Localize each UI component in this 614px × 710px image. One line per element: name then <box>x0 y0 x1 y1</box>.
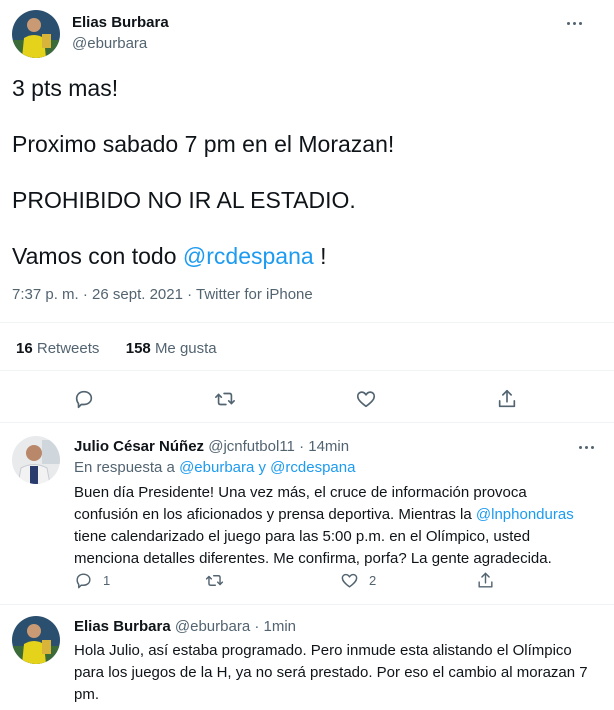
share-icon[interactable] <box>492 384 522 414</box>
divider <box>0 370 614 371</box>
mention-link[interactable]: @rcdespana <box>183 243 314 269</box>
more-icon[interactable] <box>562 14 586 32</box>
divider <box>0 604 614 605</box>
reply-button[interactable]: 1 <box>74 568 110 592</box>
tweet-text-line: Vamos con todo @rcdespana ! <box>12 242 326 270</box>
author-handle[interactable]: @eburbara <box>72 35 147 52</box>
tweet-meta[interactable]: 7:37 p. m. · 26 sept. 2021 · Twitter for… <box>12 286 313 303</box>
reply-text-line: menciona detalles diferentes. Me confirm… <box>74 550 552 567</box>
tweet-text-line: Proximo sabado 7 pm en el Morazan! <box>12 131 395 157</box>
author-name[interactable]: Elias Burbara <box>74 618 171 635</box>
retweet-icon[interactable] <box>210 384 240 414</box>
replying-to: En respuesta a @eburbara y @rcdespana <box>74 459 355 476</box>
reply-tweet[interactable]: Elias Burbara @eburbara · 1min Hola Juli… <box>12 616 602 706</box>
tweet-stats: 16 Retweets 158 Me gusta <box>16 340 217 357</box>
divider <box>0 322 614 323</box>
likes-count[interactable]: 158 <box>126 340 151 357</box>
timestamp[interactable]: · 1min <box>254 618 296 635</box>
retweet-button[interactable] <box>205 568 224 592</box>
tweet-text: Vamos con todo <box>12 243 177 269</box>
reply-text-line: Buen día Presidente! Una vez más, el cru… <box>74 484 527 501</box>
retweets-count[interactable]: 16 <box>16 340 33 357</box>
like-button[interactable]: 2 <box>340 568 376 592</box>
author-name[interactable]: Julio César Núñez <box>74 438 204 455</box>
reply-text-line: Hola Julio, así estaba programado. Pero … <box>74 642 572 659</box>
reply-text-line: confusión en los aficionados y prensa de… <box>74 504 594 526</box>
reply-text-line: para los juegos de la H, ya no será pres… <box>74 664 588 681</box>
reply-header: Julio César Núñez @jcnfutbol11 · 14min <box>74 438 349 455</box>
reply-count: 1 <box>103 572 111 588</box>
retweet-icon <box>205 574 224 586</box>
retweets-label[interactable]: Retweets <box>37 340 100 357</box>
tweet-text: ! <box>320 243 327 269</box>
author-handle[interactable]: @jcnfutbol11 <box>208 438 295 455</box>
author-handle[interactable]: @eburbara <box>175 618 250 635</box>
avatar[interactable] <box>12 10 60 58</box>
avatar[interactable] <box>12 436 60 484</box>
like-icon <box>341 573 358 588</box>
likes-label[interactable]: Me gusta <box>155 340 217 357</box>
reply-header: Elias Burbara @eburbara · 1min <box>74 618 296 635</box>
tweet-text-line: 3 pts mas! <box>12 75 119 101</box>
share-icon <box>478 572 493 588</box>
tweet-text-line: PROHIBIDO NO IR AL ESTADIO. <box>12 187 356 213</box>
more-icon[interactable] <box>574 438 598 456</box>
mention-link[interactable]: @lnphonduras <box>476 506 574 523</box>
timestamp[interactable]: · 14min <box>299 438 349 455</box>
reply-text-line: tiene calendarizado el juego para las 5:… <box>74 528 531 545</box>
replying-to-label: En respuesta a <box>74 459 175 476</box>
like-icon[interactable] <box>351 384 381 414</box>
author-name[interactable]: Elias Burbara <box>72 14 169 31</box>
main-tweet-header: Elias Burbara @eburbara <box>12 10 602 60</box>
like-count: 2 <box>369 572 377 588</box>
reply-actions: 1 2 <box>62 568 562 592</box>
reply-text: Hola Julio, así estaba programado. Pero … <box>74 640 594 706</box>
replying-to-mentions[interactable]: @eburbara y @rcdespana <box>179 459 355 476</box>
divider <box>0 422 614 423</box>
share-button[interactable] <box>476 568 495 592</box>
reply-text-line: pm. <box>74 686 100 703</box>
avatar[interactable] <box>12 616 60 664</box>
reply-icon <box>76 572 91 588</box>
tweet-actions <box>0 384 614 414</box>
reply-icon[interactable] <box>69 384 99 414</box>
reply-text: confusión en los aficionados y prensa de… <box>74 506 472 523</box>
reply-text: Buen día Presidente! Una vez más, el cru… <box>74 482 594 570</box>
